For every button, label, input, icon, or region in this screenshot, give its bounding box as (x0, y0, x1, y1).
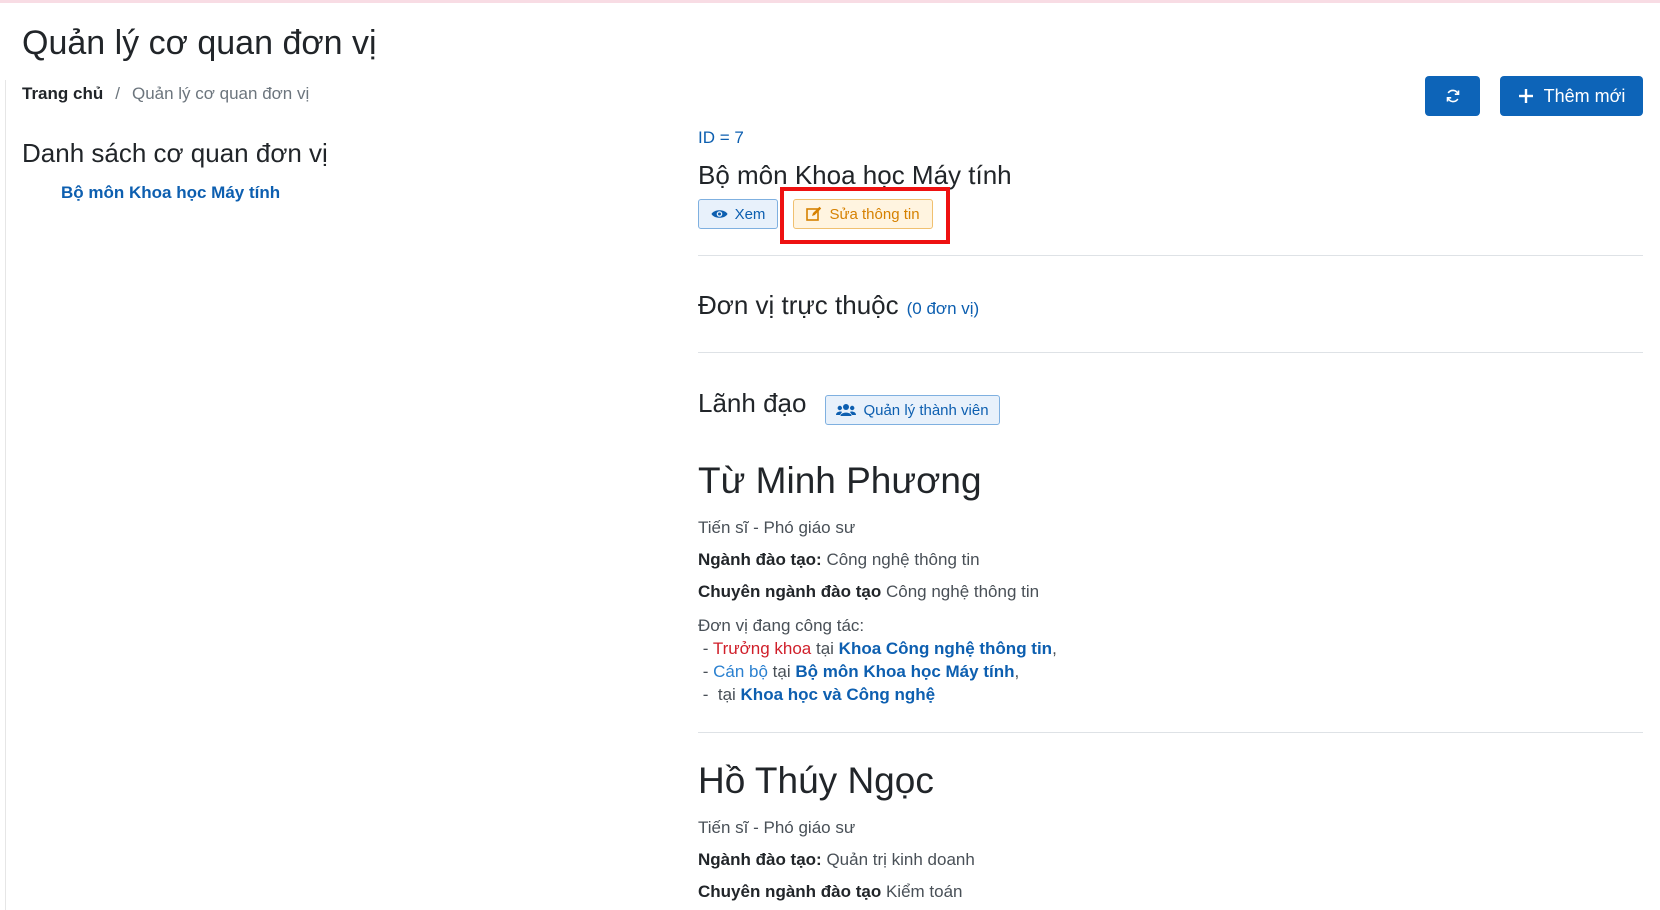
person-degree: Tiến sĩ - Phó giáo sư (698, 818, 856, 837)
breadcrumb: Trang chủ / Quản lý cơ quan đơn vị (22, 84, 309, 104)
subunits-title: Đơn vị trực thuộc (698, 290, 899, 320)
workplace-org-link[interactable]: Bộ môn Khoa học Máy tính (795, 662, 1014, 681)
add-new-button[interactable]: Thêm mới (1500, 76, 1643, 116)
workplace-label: Đơn vị đang công tác: (698, 616, 865, 635)
person-training-field: Ngành đào tạo: Quản trị kinh doanh (698, 850, 975, 870)
person-name: Từ Minh Phương (698, 460, 982, 501)
workplace-role: Trưởng khoa (712, 639, 812, 658)
workplace-item: - tại Khoa học và Công nghệ (698, 683, 1057, 706)
person-workplaces: Đơn vị đang công tác: - Trưởng khoa tại … (698, 614, 1057, 706)
breadcrumb-current: Quản lý cơ quan đơn vị (131, 84, 310, 103)
workplace-suffix: , (1052, 639, 1057, 658)
add-new-label: Thêm mới (1543, 85, 1626, 106)
leadership-heading: Lãnh đạo (698, 388, 807, 418)
workplace-suffix: , (1014, 662, 1020, 681)
left-border-line (5, 80, 6, 910)
breadcrumb-home-link[interactable]: Trang chủ (22, 84, 103, 104)
users-icon (836, 404, 857, 416)
divider (698, 255, 1643, 256)
eye-icon (711, 210, 728, 218)
person-training-field: Ngành đào tạo: Công nghệ thông tin (698, 550, 980, 570)
top-accent-line (0, 0, 1660, 3)
person-major: Chuyên ngành đào tạo Kiểm toán (698, 882, 963, 902)
manage-members-label: Quản lý thành viên (863, 401, 989, 419)
workplace-org-link[interactable]: Khoa Công nghệ thông tin (839, 639, 1052, 658)
major-value: Công nghệ thông tin (885, 582, 1040, 601)
unit-id: ID = 7 (698, 128, 744, 147)
field-label: Ngành đào tạo: (698, 850, 822, 869)
plus-icon (1518, 89, 1533, 103)
workplace-at: tại (767, 662, 796, 681)
person-degree: Tiến sĩ - Phó giáo sư (698, 518, 856, 537)
major-label: Chuyên ngành đào tạo (698, 882, 882, 901)
divider (698, 732, 1643, 733)
view-button[interactable]: Xem (698, 199, 778, 229)
workplace-item: - Cán bộ tại Bộ môn Khoa học Máy tính, (698, 660, 1057, 683)
workplace-prefix: - (702, 685, 718, 704)
workplace-role: Cán bộ (713, 662, 768, 681)
refresh-icon (1446, 89, 1459, 103)
workplace-at: tại (811, 639, 839, 658)
workplace-prefix: - (702, 662, 714, 681)
field-label: Ngành đào tạo: (698, 550, 822, 569)
workplace-at: tại (717, 685, 741, 704)
page-title: Quản lý cơ quan đơn vị (22, 24, 377, 62)
refresh-button[interactable] (1425, 76, 1480, 116)
highlight-annotation-box (780, 187, 950, 244)
subunits-count-link[interactable]: (0 đơn vị) (907, 299, 980, 318)
sidebar-item-unit[interactable]: Bộ môn Khoa học Máy tính (61, 183, 280, 203)
person-name: Hồ Thúy Ngọc (698, 760, 934, 801)
view-label: Xem (734, 205, 766, 223)
workplace-org-link[interactable]: Khoa học và Công nghệ (741, 685, 936, 704)
major-label: Chuyên ngành đào tạo (698, 582, 882, 601)
major-value: Kiểm toán (885, 882, 963, 901)
field-value: Quản trị kinh doanh (826, 850, 975, 869)
manage-members-button[interactable]: Quản lý thành viên (825, 395, 1000, 425)
breadcrumb-separator: / (115, 84, 120, 103)
workplace-item: - Trưởng khoa tại Khoa Công nghệ thông t… (698, 637, 1057, 660)
person-major: Chuyên ngành đào tạo Công nghệ thông tin (698, 582, 1039, 602)
sidebar-title: Danh sách cơ quan đơn vị (22, 138, 328, 168)
divider (698, 352, 1643, 353)
field-value: Công nghệ thông tin (826, 550, 980, 569)
subunits-heading: Đơn vị trực thuộc (0 đơn vị) (698, 290, 979, 321)
workplace-prefix: - (702, 639, 713, 658)
